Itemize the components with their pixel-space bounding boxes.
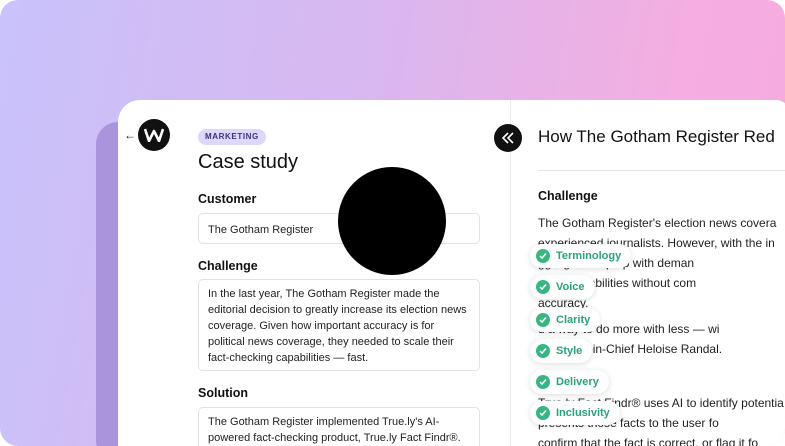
challenge-textarea[interactable]: In the last year, The Gotham Register ma… [198,279,480,371]
text-line: political news coverage, they needed to … [208,336,454,348]
tag-delivery[interactable]: Delivery [530,370,609,394]
article-section-heading: Challenge [538,189,598,203]
article-preview-panel [510,100,785,446]
text-line: The Gotham Register implemented True.ly'… [208,416,440,428]
tag-label: Terminology [556,250,622,262]
text-line: powered fact-checking product, True.ly F… [208,432,461,444]
text-line: editorial decision to greatly increase i… [208,304,467,316]
double-chevron-left-icon [501,132,514,144]
divider [538,170,785,171]
avatar [338,167,446,275]
solution-textarea[interactable]: The Gotham Register implemented True.ly'… [198,407,480,446]
case-study-editor-panel [118,100,510,446]
article-line: The Gotham Register's election news cove… [538,216,777,230]
tag-clarity[interactable]: Clarity [530,308,601,332]
tag-terminology[interactable]: Terminology [530,244,632,268]
back-arrow-icon[interactable]: ← [124,128,136,142]
text-line: In the last year, The Gotham Register ma… [208,288,440,300]
text-line: fact-checking capabilities — fast. [208,352,369,364]
tag-label: Inclusivity [556,407,610,419]
tag-voice[interactable]: Voice [530,275,595,299]
collapse-button[interactable] [494,124,522,152]
article-title: How The Gotham Register Red [538,127,775,146]
app-frame: ← MARKETING Case study Customer The Goth… [0,0,785,446]
brand-logo [138,119,170,151]
category-badge: MARKETING [198,129,266,145]
check-icon [536,313,550,327]
page-title: Case study [198,151,299,173]
tag-label: Style [556,345,583,357]
challenge-label: Challenge [198,259,258,273]
check-icon [536,249,550,263]
tag-label: Delivery [556,376,599,388]
check-icon [536,375,550,389]
tag-style[interactable]: Style [530,339,593,363]
text-line: coverage. Given how important accuracy i… [208,320,435,332]
article-line: confirm that the fact is correct, or fla… [538,436,759,446]
check-icon [536,280,550,294]
tag-inclusivity[interactable]: Inclusivity [530,401,620,425]
check-icon [536,344,550,358]
check-icon [536,406,550,420]
tag-label: Voice [556,281,585,293]
solution-label: Solution [198,386,248,400]
customer-label: Customer [198,192,257,206]
tag-label: Clarity [556,314,591,326]
